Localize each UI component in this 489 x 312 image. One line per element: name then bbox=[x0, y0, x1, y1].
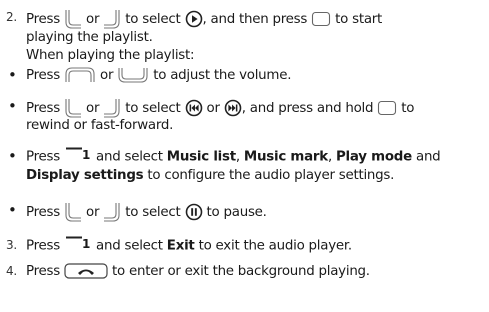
menu-play-mode: Play mode bbox=[335, 149, 412, 165]
end-call-key-icon bbox=[64, 263, 108, 279]
step-4-line: Press to enter or exit the background pl… bbox=[26, 263, 370, 279]
left-soft-key-icon: 1 bbox=[64, 236, 92, 255]
menu-music-mark: Music mark bbox=[243, 149, 328, 165]
step-number: 4. bbox=[6, 264, 17, 278]
play-icon bbox=[185, 10, 203, 28]
bullet-dot: • bbox=[8, 97, 17, 115]
soft-key-label: 1 bbox=[82, 237, 91, 251]
bullet-rewind-line-1: Press or to select or , and press and ho… bbox=[26, 97, 414, 118]
left-key-icon bbox=[64, 8, 82, 30]
center-key-icon bbox=[377, 100, 397, 116]
menu-exit: Exit bbox=[166, 238, 195, 254]
bullet-dot: • bbox=[8, 201, 17, 219]
pause-icon bbox=[185, 203, 203, 221]
down-key-icon bbox=[117, 67, 149, 83]
up-key-icon bbox=[64, 67, 96, 83]
bullet-settings-line-2: Display settings to configure the audio … bbox=[26, 168, 395, 183]
step-2-line-1: Press or to select , and then press to s… bbox=[26, 8, 382, 30]
menu-music-list: Music list bbox=[166, 149, 236, 165]
right-key-icon bbox=[103, 8, 121, 30]
step-3-line: Press 1 and select Exit to exit the audi… bbox=[26, 236, 352, 255]
manual-page: 2. Press or to select , and then press t… bbox=[0, 0, 489, 312]
step-number: 2. bbox=[6, 10, 17, 24]
bullet-pause: Press or to select to pause. bbox=[26, 201, 267, 223]
step-number: 3. bbox=[6, 238, 17, 252]
step-2-line-3: When playing the playlist: bbox=[26, 48, 195, 63]
bullet-dot: • bbox=[8, 147, 17, 165]
fast-forward-icon bbox=[224, 99, 242, 117]
left-key-icon bbox=[64, 201, 82, 223]
bullet-dot: • bbox=[8, 66, 17, 84]
bullet-volume: Press or to adjust the volume. bbox=[26, 67, 292, 83]
right-key-icon bbox=[103, 201, 121, 223]
bullet-rewind-line-2: rewind or fast-forward. bbox=[26, 118, 174, 133]
soft-key-label: 1 bbox=[82, 148, 91, 162]
rewind-icon bbox=[185, 99, 203, 117]
menu-display-settings: Display settings bbox=[26, 168, 144, 183]
step-2-line-2: playing the playlist. bbox=[26, 30, 153, 45]
bullet-settings-line-1: Press 1 and select Music list, Music mar… bbox=[26, 147, 441, 166]
center-key-icon bbox=[311, 11, 331, 27]
left-soft-key-icon: 1 bbox=[64, 147, 92, 166]
